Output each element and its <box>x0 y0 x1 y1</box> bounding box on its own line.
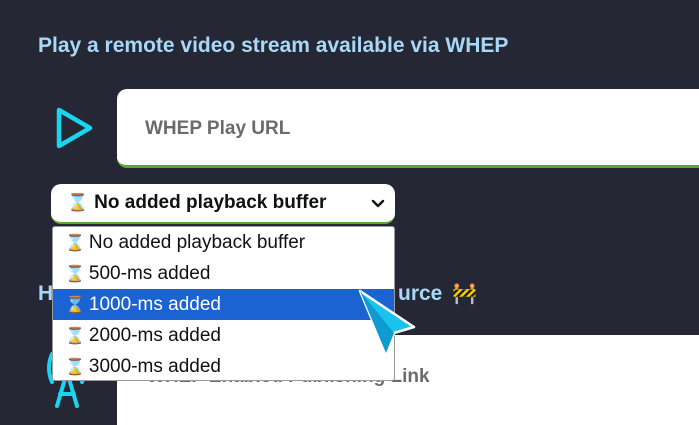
play-icon[interactable] <box>52 106 96 150</box>
hourglass-icon: ⌛ <box>65 359 85 376</box>
construction-barrier-icon: 🚧 <box>452 283 477 305</box>
mouse-pointer-icon <box>358 289 416 355</box>
hourglass-icon: ⌛ <box>65 297 85 314</box>
hourglass-icon: ⌛ <box>65 266 85 283</box>
page-title: Play a remote video stream available via… <box>38 34 509 57</box>
chevron-down-icon <box>371 199 385 208</box>
buffer-option-500ms[interactable]: ⌛ 500-ms added <box>53 258 394 289</box>
playback-buffer-select[interactable]: ⌛ No added playback buffer <box>51 184 395 224</box>
section2-heading: H urce 🚧 <box>38 282 477 306</box>
buffer-option-label: No added playback buffer <box>88 232 306 253</box>
whep-play-url-input[interactable] <box>143 111 667 147</box>
buffer-option-2000ms[interactable]: ⌛ 2000-ms added <box>53 320 394 351</box>
section2-heading-prefix: H <box>38 282 54 305</box>
buffer-option-label: 1000-ms added <box>88 294 221 315</box>
hourglass-icon: ⌛ <box>67 193 89 212</box>
buffer-option-3000ms[interactable]: ⌛ 3000-ms added <box>53 351 394 380</box>
buffer-option-label: 2000-ms added <box>88 325 221 346</box>
playback-buffer-options: ⌛ No added playback buffer ⌛ 500-ms added … <box>52 226 395 381</box>
hourglass-icon: ⌛ <box>65 328 85 345</box>
whep-play-url-field[interactable] <box>117 89 699 168</box>
buffer-option-1000ms[interactable]: ⌛ 1000-ms added <box>53 289 394 320</box>
buffer-option-label: 500-ms added <box>88 263 211 284</box>
buffer-option-label: 3000-ms added <box>88 356 221 377</box>
playback-buffer-selected-label: No added playback buffer <box>94 192 327 213</box>
buffer-option-none[interactable]: ⌛ No added playback buffer <box>53 227 394 258</box>
hourglass-icon: ⌛ <box>65 235 85 252</box>
